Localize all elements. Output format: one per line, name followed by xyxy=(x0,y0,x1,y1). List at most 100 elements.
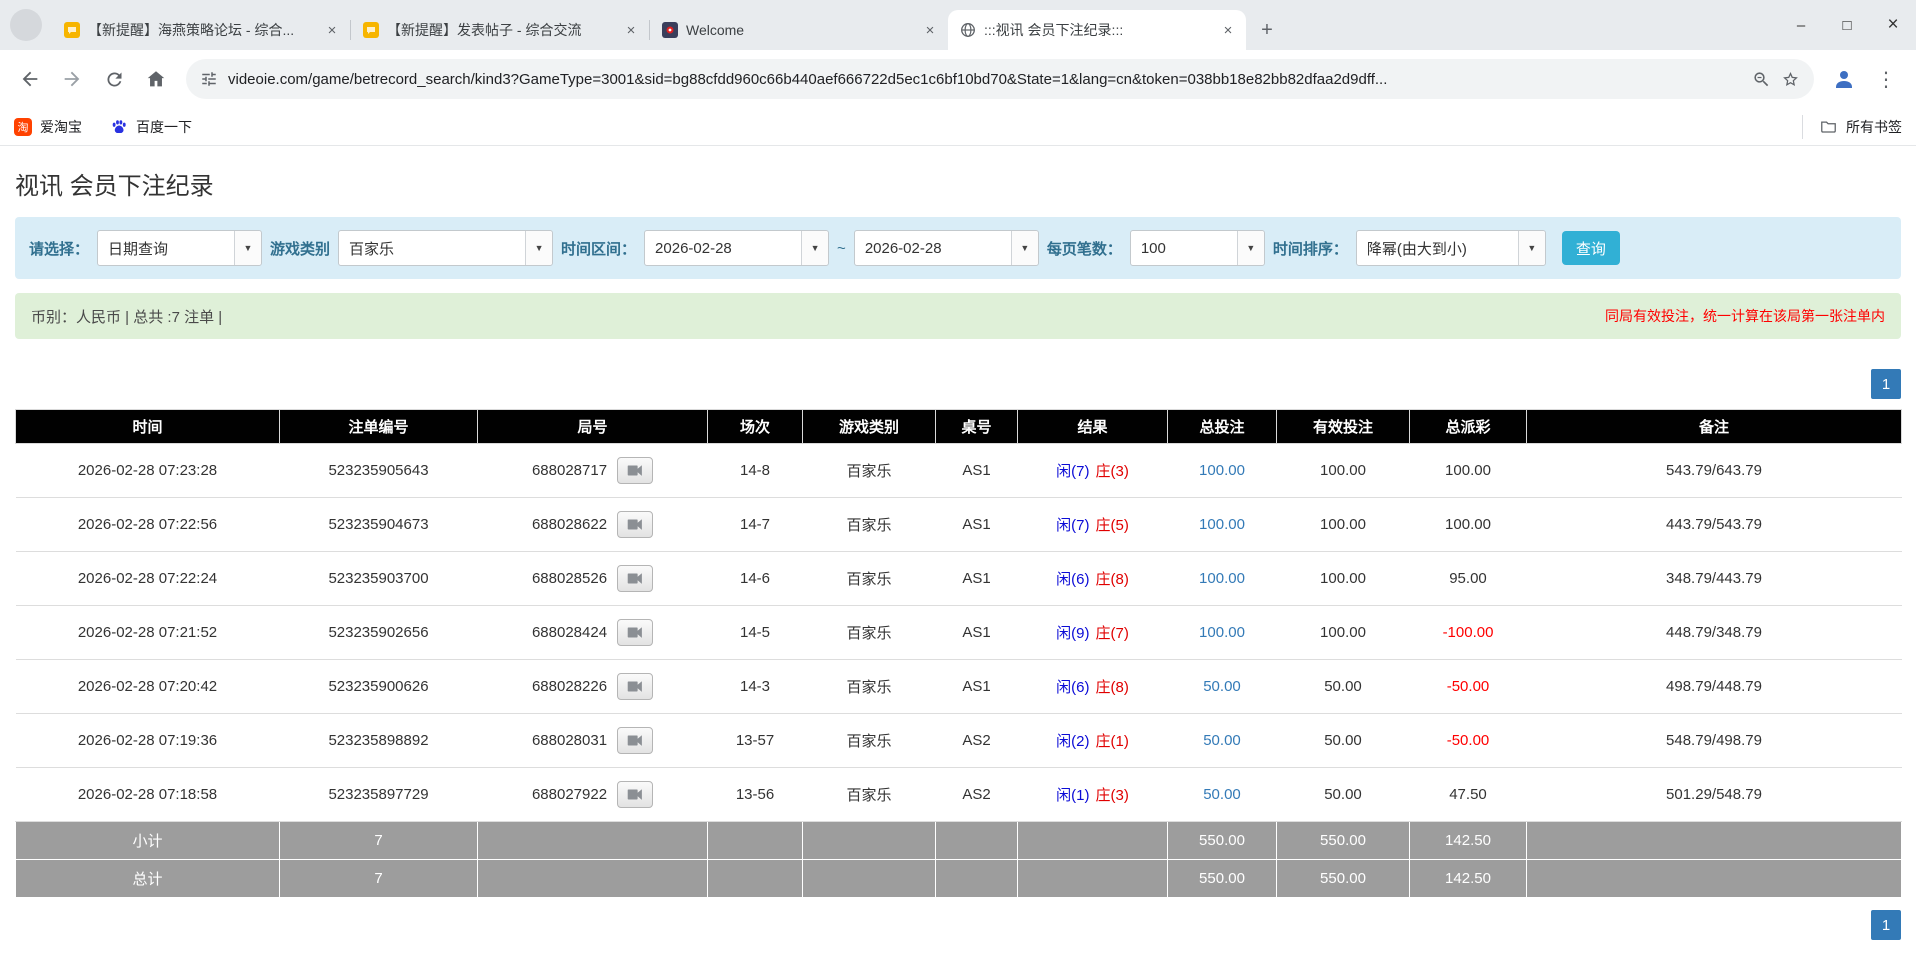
cell-bet-id: 523235897729 xyxy=(280,768,478,822)
date-from-select[interactable]: 2026-02-28 ▼ xyxy=(644,230,829,266)
cell-total-bet: 100.00 xyxy=(1168,444,1277,498)
url-text[interactable]: videoie.com/game/betrecord_search/kind3?… xyxy=(228,71,1742,88)
cell-session: 14-5 xyxy=(708,606,803,660)
tab-forum-1[interactable]: 【新提醒】海燕策略论坛 - 综合... × xyxy=(52,10,350,50)
cell-table: AS1 xyxy=(936,660,1018,714)
subtotal-total-bet: 550.00 xyxy=(1168,822,1277,860)
home-button[interactable] xyxy=(136,59,176,99)
payout-value: 47.50 xyxy=(1449,786,1487,803)
query-type-select[interactable]: 日期查询 ▼ xyxy=(97,230,262,266)
taobao-favicon-icon: 淘 xyxy=(14,118,32,136)
total-bet-link[interactable]: 50.00 xyxy=(1203,732,1241,749)
time-sort-value: 降幂(由大到小) xyxy=(1357,231,1518,265)
date-to-select[interactable]: 2026-02-28 ▼ xyxy=(854,230,1039,266)
profile-avatar-icon[interactable] xyxy=(1824,59,1864,99)
header-total-bet: 总投注 xyxy=(1168,410,1277,444)
tab-bet-records-active[interactable]: :::视讯 会员下注纪录::: × xyxy=(948,10,1246,50)
new-tab-button[interactable]: + xyxy=(1252,15,1282,45)
cell-valid-bet: 100.00 xyxy=(1277,444,1410,498)
cell-total-bet: 100.00 xyxy=(1168,552,1277,606)
dropdown-arrow-icon[interactable]: ▼ xyxy=(1237,231,1264,265)
video-replay-button[interactable] xyxy=(617,511,653,538)
video-replay-button[interactable] xyxy=(617,727,653,754)
search-button[interactable]: 查询 xyxy=(1562,231,1620,265)
tab-close-icon[interactable]: × xyxy=(920,20,940,40)
cell-result: 闲(2)庄(1) xyxy=(1018,714,1168,768)
cell-bet-id: 523235900626 xyxy=(280,660,478,714)
bookmark-aitaobao[interactable]: 淘 爱淘宝 xyxy=(14,117,82,137)
dropdown-arrow-icon[interactable]: ▼ xyxy=(1518,231,1545,265)
cell-game: 百家乐 xyxy=(803,552,936,606)
round-number: 688028526 xyxy=(532,570,607,587)
game-category-value: 百家乐 xyxy=(339,231,525,265)
video-replay-button[interactable] xyxy=(617,565,653,592)
tab-strip: 【新提醒】海燕策略论坛 - 综合... × 【新提醒】发表帖子 - 综合交流 ×… xyxy=(0,0,1916,50)
cell-game: 百家乐 xyxy=(803,714,936,768)
table-row: 2026-02-28 07:18:58 523235897729 6880279… xyxy=(16,768,1902,822)
total-bet-link[interactable]: 100.00 xyxy=(1199,462,1245,479)
cell-payout: 47.50 xyxy=(1410,768,1527,822)
total-bet-link[interactable]: 50.00 xyxy=(1203,678,1241,695)
page-1-button[interactable]: 1 xyxy=(1871,369,1901,399)
cell-note: 543.79/643.79 xyxy=(1527,444,1902,498)
total-payout: 142.50 xyxy=(1410,860,1527,898)
total-bet-link[interactable]: 100.00 xyxy=(1199,570,1245,587)
cell-bet-id: 523235904673 xyxy=(280,498,478,552)
browser-menu-icon[interactable]: ⋮ xyxy=(1866,59,1906,99)
page-1-button[interactable]: 1 xyxy=(1871,910,1901,940)
video-replay-button[interactable] xyxy=(617,781,653,808)
footer-cell xyxy=(478,860,708,898)
cell-table: AS1 xyxy=(936,606,1018,660)
total-count: 7 xyxy=(280,860,478,898)
bookmarks-bar: 淘 爱淘宝 百度一下 所有书签 xyxy=(0,108,1916,146)
footer-cell xyxy=(1018,860,1168,898)
per-page-select[interactable]: 100 ▼ xyxy=(1130,230,1265,266)
total-bet-link[interactable]: 100.00 xyxy=(1199,516,1245,533)
back-button[interactable] xyxy=(10,59,50,99)
videocam-icon xyxy=(627,734,644,747)
cell-payout: -50.00 xyxy=(1410,660,1527,714)
header-bet-id: 注单编号 xyxy=(280,410,478,444)
tab-close-icon[interactable]: × xyxy=(1218,20,1238,40)
browser-avatar-icon[interactable] xyxy=(10,9,42,41)
refresh-icon xyxy=(104,69,125,90)
video-replay-button[interactable] xyxy=(617,619,653,646)
tab-forum-2[interactable]: 【新提醒】发表帖子 - 综合交流 × xyxy=(351,10,649,50)
video-replay-button[interactable] xyxy=(617,457,653,484)
dropdown-arrow-icon[interactable]: ▼ xyxy=(801,231,828,265)
game-category-select[interactable]: 百家乐 ▼ xyxy=(338,230,553,266)
cell-round: 688028717 xyxy=(478,444,708,498)
cell-result: 闲(6) 庄(8) xyxy=(1018,552,1168,606)
site-info-icon[interactable] xyxy=(200,70,218,88)
videocam-icon xyxy=(627,572,644,585)
date-to-value: 2026-02-28 xyxy=(855,231,1011,265)
minimize-button[interactable]: – xyxy=(1778,0,1824,50)
time-sort-select[interactable]: 降幂(由大到小) ▼ xyxy=(1356,230,1546,266)
maximize-button[interactable]: □ xyxy=(1824,0,1870,50)
all-bookmarks-button[interactable]: 所有书签 xyxy=(1802,115,1902,139)
url-bar[interactable]: videoie.com/game/betrecord_search/kind3?… xyxy=(186,59,1814,99)
round-number: 688028226 xyxy=(532,678,607,695)
tab-close-icon[interactable]: × xyxy=(621,20,641,40)
total-bet-link[interactable]: 50.00 xyxy=(1203,786,1241,803)
header-note: 备注 xyxy=(1527,410,1902,444)
close-button[interactable]: × xyxy=(1870,0,1916,50)
result-banker: 庄(8) xyxy=(1096,571,1129,588)
refresh-button[interactable] xyxy=(94,59,134,99)
forward-button[interactable] xyxy=(52,59,92,99)
cell-session: 13-57 xyxy=(708,714,803,768)
video-replay-button[interactable] xyxy=(617,673,653,700)
payout-value: -100.00 xyxy=(1443,624,1494,641)
zoom-icon[interactable] xyxy=(1752,70,1771,89)
result-player: 闲(6) xyxy=(1056,571,1089,588)
tab-close-icon[interactable]: × xyxy=(322,20,342,40)
total-bet-link[interactable]: 100.00 xyxy=(1199,624,1245,641)
dropdown-arrow-icon[interactable]: ▼ xyxy=(525,231,552,265)
cell-valid-bet: 50.00 xyxy=(1277,714,1410,768)
tab-welcome[interactable]: Welcome × xyxy=(650,10,948,50)
dropdown-arrow-icon[interactable]: ▼ xyxy=(234,231,261,265)
dropdown-arrow-icon[interactable]: ▼ xyxy=(1011,231,1038,265)
header-table: 桌号 xyxy=(936,410,1018,444)
bookmark-star-icon[interactable] xyxy=(1781,70,1800,89)
bookmark-baidu[interactable]: 百度一下 xyxy=(110,117,192,137)
